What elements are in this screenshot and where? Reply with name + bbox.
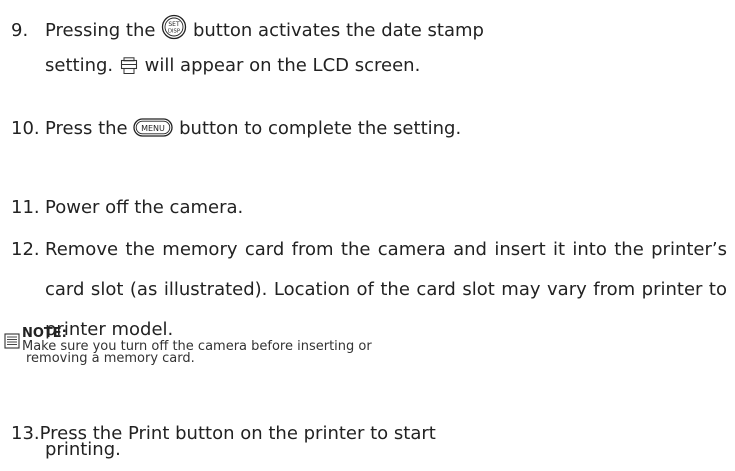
step-text: setting. <box>45 55 114 76</box>
step-10: 10. Press the MENU button to complete the… <box>11 117 461 145</box>
step-9: 9. Pressing the SET DISP button activates… <box>11 14 484 47</box>
step-text: will appear on the LCD screen. <box>144 55 421 76</box>
date-stamp-icon <box>119 57 139 82</box>
menu-button-icon: MENU <box>133 118 174 145</box>
set-disp-button-icon: SET DISP <box>161 14 187 47</box>
svg-text:MENU: MENU <box>141 124 165 133</box>
step-9-line2: setting. will appear on the LCD screen. <box>45 54 420 82</box>
step-text: Press the <box>45 118 128 139</box>
step-12: 12. Remove the memory card from the came… <box>11 230 727 350</box>
step-number: 9. <box>11 20 29 41</box>
step-number: 11. <box>11 197 40 218</box>
step-13: 13.Press the Print button on the printer… <box>11 423 451 460</box>
step-text: Power off the camera. <box>45 197 244 218</box>
step-text: button to complete the setting. <box>179 118 462 139</box>
step-text-continued: printing. <box>45 439 121 460</box>
step-text: button activates the date stamp <box>192 20 484 41</box>
svg-text:SET: SET <box>169 21 181 28</box>
note-body: Make sure you turn off the camera before… <box>22 340 452 366</box>
note-line: removing a memory card. <box>26 351 195 366</box>
step-text: Pressing the <box>45 20 156 41</box>
memo-icon <box>4 333 20 353</box>
svg-text:DISP: DISP <box>168 29 180 35</box>
step-number: 10. <box>11 118 40 139</box>
step-number: 13. <box>11 423 40 444</box>
step-text: Remove the memory card from the camera a… <box>45 239 727 340</box>
step-11: 11. Power off the camera. <box>11 196 243 220</box>
